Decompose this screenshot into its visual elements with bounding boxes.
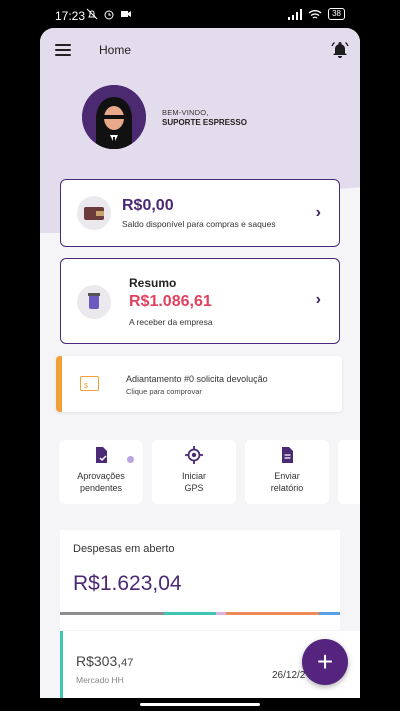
- advance-notice[interactable]: $ Adiantamento #0 solicita devolução Cli…: [56, 356, 342, 412]
- notice-subtitle: Clique para comprovar: [126, 387, 202, 396]
- open-expenses-panel[interactable]: Despesas em aberto R$1.623,04: [60, 530, 340, 630]
- item-amount: R$303,47: [76, 653, 134, 669]
- add-expense-button[interactable]: +: [302, 639, 348, 685]
- home-indicator[interactable]: [140, 703, 260, 706]
- status-bar: 17:23 38: [0, 0, 400, 30]
- action-label-line2: relatório: [270, 483, 304, 493]
- gps-target-icon: [185, 446, 203, 464]
- action-label-line1: Enviar: [274, 471, 300, 481]
- summary-title: Resumo: [129, 276, 177, 290]
- page-title: Home: [99, 43, 132, 57]
- expenses-breakdown-bar: [60, 612, 340, 615]
- alarm-icon: [104, 10, 114, 20]
- status-right: 38: [288, 8, 345, 20]
- notification-dot: [127, 456, 134, 463]
- item-category-bar: [60, 631, 63, 698]
- notice-title: Adiantamento #0 solicita devolução: [126, 374, 268, 384]
- expenses-amount: R$1.623,04: [73, 572, 182, 595]
- summary-card[interactable]: Resumo R$1.086,61 A receber da empresa ›: [60, 258, 340, 344]
- action-label-line2: GPS: [184, 483, 204, 493]
- video-icon: [121, 11, 131, 17]
- avatar-illustration-icon: [82, 85, 146, 149]
- more-actions-card[interactable]: [338, 440, 360, 504]
- summary-amount: R$1.086,61: [129, 293, 212, 310]
- action-label-line2: pendentes: [79, 483, 123, 493]
- svg-text:$: $: [84, 383, 88, 390]
- send-report-button[interactable]: Enviar relatório: [245, 440, 329, 504]
- balance-card[interactable]: R$0,00 Saldo disponível para compras e s…: [60, 179, 340, 247]
- hamburger-menu-icon[interactable]: [55, 44, 71, 56]
- coffee-cup-icon: [77, 285, 111, 319]
- welcome-text: BEM-VINDO,: [162, 108, 209, 117]
- start-gps-button[interactable]: Iniciar GPS: [152, 440, 236, 504]
- balance-amount: R$0,00: [122, 197, 174, 214]
- notification-bell-icon[interactable]: [330, 40, 350, 60]
- status-icons: [86, 8, 132, 20]
- wifi-icon: [308, 9, 322, 19]
- pending-approvals-button[interactable]: Aprovações pendentes: [59, 440, 143, 504]
- app-screen: Home BEM-VINDO, SUPORTE ESPRESSO R$0,00 …: [40, 28, 360, 698]
- item-date: 26/12/2: [272, 670, 306, 681]
- avatar[interactable]: [82, 85, 146, 149]
- item-merchant: Mercado HH: [76, 675, 124, 685]
- chevron-right-icon: ›: [315, 291, 321, 308]
- money-icon: $: [80, 376, 99, 391]
- battery-indicator: 38: [328, 8, 345, 20]
- mute-icon: [86, 8, 98, 20]
- report-document-icon: [282, 447, 293, 463]
- summary-label: A receber da empresa: [129, 317, 213, 327]
- chevron-right-icon: ›: [315, 204, 321, 221]
- action-label-line1: Iniciar: [181, 471, 206, 481]
- expenses-title: Despesas em aberto: [73, 543, 175, 555]
- signal-icon: [288, 8, 303, 20]
- user-name: SUPORTE ESPRESSO: [162, 118, 247, 127]
- wallet-icon: [77, 196, 111, 230]
- notice-accent-bar: [56, 356, 62, 412]
- app-header: Home: [40, 28, 360, 72]
- action-label-line1: Aprovações: [77, 471, 125, 481]
- document-check-icon: [96, 447, 107, 463]
- status-time: 17:23: [55, 9, 86, 23]
- balance-label: Saldo disponível para compras e saques: [122, 219, 276, 229]
